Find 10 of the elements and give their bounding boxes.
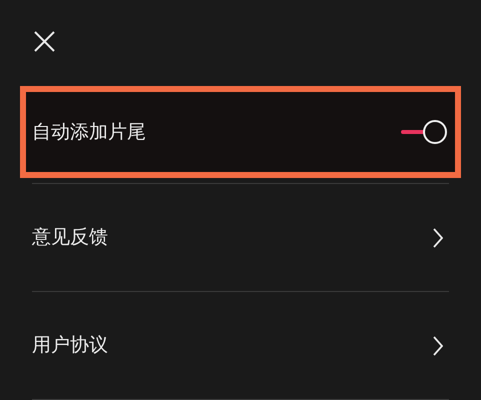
- setting-label: 自动添加片尾: [32, 120, 146, 145]
- toggle-switch[interactable]: [401, 120, 447, 144]
- close-icon[interactable]: [33, 30, 56, 53]
- settings-row[interactable]: 自动添加片尾: [20, 86, 461, 178]
- settings-row[interactable]: 用户协议: [32, 292, 449, 399]
- settings-row[interactable]: 意见反馈: [32, 184, 449, 291]
- chevron-right-icon: [433, 336, 443, 356]
- setting-label: 用户协议: [32, 333, 108, 358]
- setting-label: 意见反馈: [32, 225, 108, 250]
- chevron-right-icon: [433, 228, 443, 248]
